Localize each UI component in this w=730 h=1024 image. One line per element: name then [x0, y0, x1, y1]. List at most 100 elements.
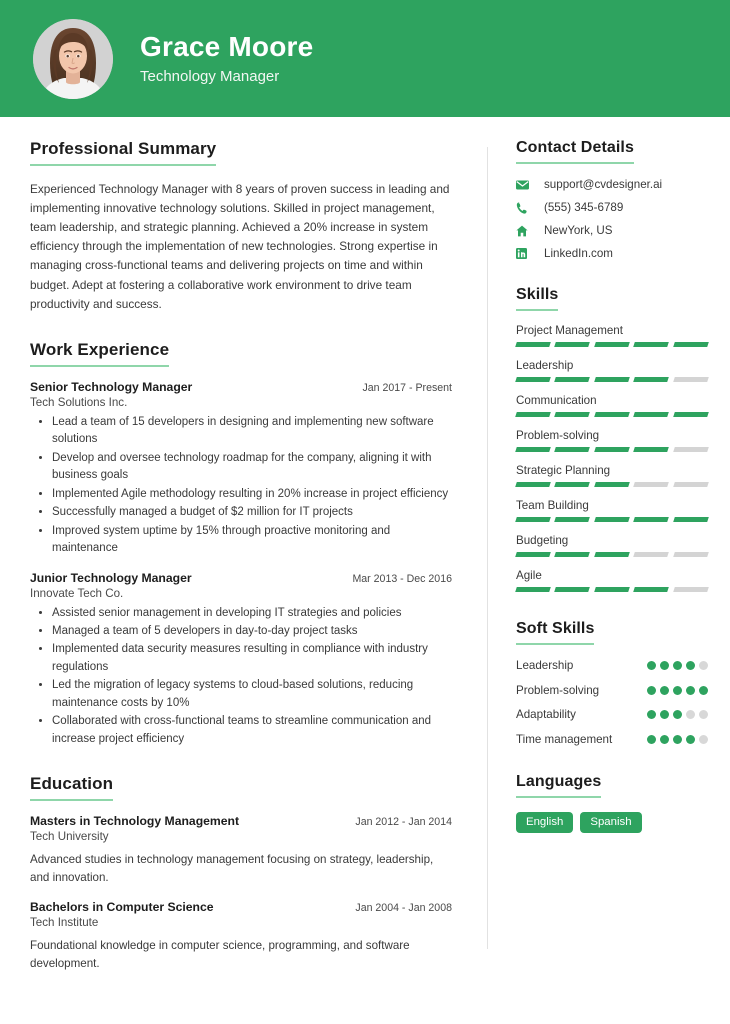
list-item: Led the migration of legacy systems to c…	[52, 677, 452, 712]
skill-item: Leadership	[515, 359, 709, 382]
list-item: Implemented data security measures resul…	[52, 641, 452, 676]
skill-segment	[515, 482, 552, 487]
rating-dot	[673, 661, 682, 670]
education-entry: Masters in Technology Management Jan 201…	[30, 814, 452, 887]
degree-title: Bachelors in Computer Science	[30, 900, 214, 915]
contact-item-phone[interactable]: (555) 345-6789	[516, 201, 708, 214]
soft-skill-rating-dots	[647, 658, 708, 670]
school-name: Tech Institute	[30, 916, 99, 930]
skill-segment	[515, 377, 552, 382]
language-chip[interactable]: English	[516, 811, 574, 833]
rating-dot	[686, 685, 695, 695]
skill-label: Agile	[516, 569, 542, 582]
soft-skill-label: Problem-solving	[516, 683, 600, 697]
skill-item: Communication	[515, 394, 709, 417]
skill-label: Team Building	[516, 499, 589, 512]
resume-header: Grace Moore Technology Manager	[0, 0, 730, 117]
languages-list: English Spanish	[516, 811, 708, 833]
list-item: Managed a team of 5 developers in day-to…	[52, 623, 452, 640]
list-item: Collaborated with cross-functional teams…	[52, 713, 452, 748]
skill-segment	[672, 342, 709, 347]
soft-skill-item: Problem-solving	[516, 683, 708, 699]
rating-dot	[647, 710, 656, 720]
rating-dot	[660, 734, 669, 744]
school-name: Tech University	[30, 830, 109, 844]
contact-item-email[interactable]: support@cvdesigner.ai	[516, 178, 708, 191]
skill-segment	[672, 587, 709, 592]
rating-dot	[673, 710, 682, 720]
skill-segment	[594, 377, 631, 382]
entry-header: Bachelors in Computer Science Jan 2004 -…	[30, 900, 452, 914]
skill-rating-bar	[515, 342, 709, 347]
list-item: Improved system uptime by 15% through pr…	[52, 523, 452, 558]
degree-description: Foundational knowledge in computer scien…	[30, 939, 410, 971]
list-item: Lead a team of 15 developers in designin…	[52, 414, 452, 449]
job-company: Innovate Tech Co.	[30, 586, 124, 600]
skill-segment	[633, 587, 670, 592]
skill-segment	[672, 412, 709, 417]
skill-segment	[672, 552, 709, 557]
summary-text: Experienced Technology Manager with 8 ye…	[30, 182, 450, 311]
section-education: Education Masters in Technology Manageme…	[30, 774, 452, 973]
skill-segment	[515, 517, 552, 522]
section-contact-details: Contact Details support@cvdesigner.ai (5…	[516, 139, 708, 260]
envelope-icon	[516, 180, 534, 190]
job-company: Tech Solutions Inc.	[30, 395, 128, 409]
rating-dot	[686, 734, 695, 744]
skill-segment	[554, 517, 591, 522]
skill-label: Problem-solving	[516, 429, 600, 442]
experience-entry: Junior Technology Manager Mar 2013 - Dec…	[30, 571, 452, 749]
job-title: Senior Technology Manager	[30, 379, 193, 394]
rating-dot	[699, 734, 708, 744]
skill-label: Project Management	[516, 324, 623, 337]
skill-segment	[554, 482, 591, 487]
skill-segment	[594, 587, 631, 592]
section-languages: Languages English Spanish	[516, 773, 708, 833]
rating-dot	[686, 661, 695, 670]
skill-label: Communication	[516, 394, 597, 407]
rating-dot	[699, 710, 708, 720]
section-heading-experience: Work Experience	[30, 340, 170, 367]
list-item: Successfully managed a budget of $2 mill…	[52, 504, 452, 521]
job-bullets: Lead a team of 15 developers in designin…	[30, 414, 452, 558]
soft-skill-label: Time management	[516, 732, 613, 746]
rating-dot	[660, 661, 669, 670]
skills-list: Project Management Leadership Communicat…	[515, 324, 709, 592]
contact-item-linkedin[interactable]: LinkedIn.com	[516, 247, 708, 260]
page-title: Grace Moore	[140, 31, 314, 63]
entry-header: Junior Technology Manager Mar 2013 - Dec…	[30, 571, 452, 585]
skill-segment	[633, 482, 670, 487]
job-date: Mar 2013 - Dec 2016	[352, 572, 452, 585]
rating-dot	[660, 710, 669, 720]
portrait-photo-icon	[33, 18, 113, 99]
soft-skill-label: Leadership	[516, 659, 574, 672]
section-heading-soft-skills: Soft Skills	[516, 620, 595, 645]
soft-skills-list: Leadership Problem-solving Adaptability …	[516, 658, 708, 748]
list-item: Assisted senior management in developing…	[52, 605, 452, 622]
section-heading-languages: Languages	[516, 773, 602, 798]
language-chip[interactable]: Spanish	[580, 811, 642, 833]
rating-dot	[647, 661, 656, 670]
contact-value: NewYork, US	[544, 224, 613, 237]
job-bullets: Assisted senior management in developing…	[30, 605, 452, 749]
skill-item: Strategic Planning	[515, 464, 709, 487]
section-heading-summary: Professional Summary	[30, 139, 217, 166]
skill-segment	[554, 447, 591, 452]
skill-segment	[633, 377, 670, 382]
skill-segment	[515, 412, 552, 417]
contact-list: support@cvdesigner.ai (555) 345-6789 New…	[516, 178, 708, 260]
skill-item: Project Management	[515, 324, 709, 347]
skill-segment	[672, 447, 709, 452]
job-role: Technology Manager	[140, 67, 280, 85]
skill-segment	[672, 482, 709, 487]
skill-item: Agile	[515, 569, 709, 592]
skill-segment	[515, 342, 552, 347]
contact-item-location[interactable]: NewYork, US	[516, 224, 708, 237]
skill-item: Budgeting	[515, 534, 709, 557]
section-work-experience: Work Experience Senior Technology Manage…	[30, 340, 452, 749]
skill-segment	[515, 447, 552, 452]
education-entry: Bachelors in Computer Science Jan 2004 -…	[30, 900, 452, 973]
soft-skill-label: Adaptability	[516, 708, 576, 722]
